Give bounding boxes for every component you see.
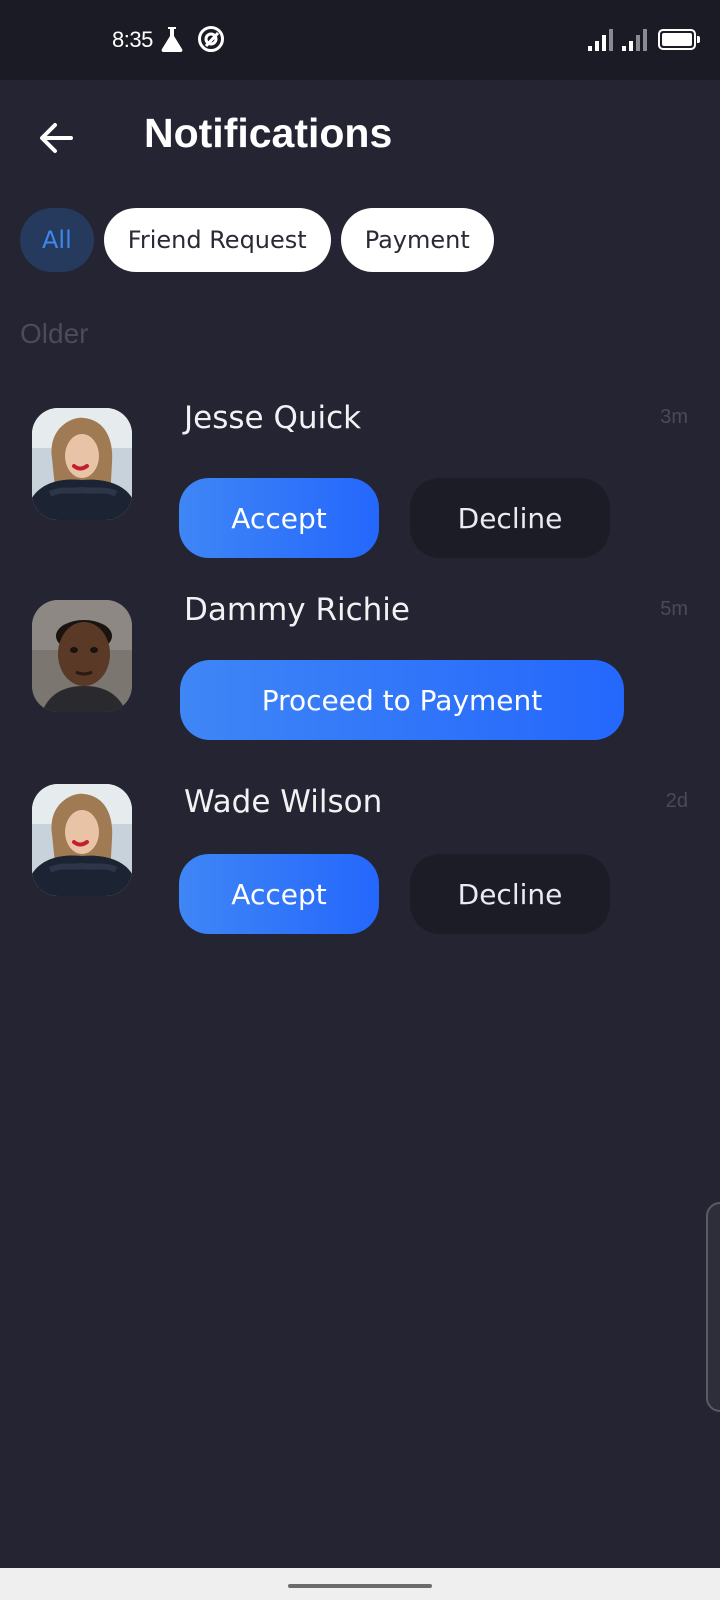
notification-time: 5m bbox=[660, 598, 688, 620]
avatar[interactable] bbox=[32, 408, 132, 520]
navigation-bar bbox=[0, 1568, 720, 1600]
avatar[interactable] bbox=[32, 600, 132, 712]
notification-item: Jesse Quick 3m Accept Decline bbox=[0, 400, 720, 560]
arrow-left-icon bbox=[40, 123, 73, 153]
notification-time: 2d bbox=[665, 790, 688, 812]
notification-item: Wade Wilson 2d Accept Decline bbox=[0, 776, 720, 936]
status-time: 8:35 bbox=[112, 27, 153, 52]
page-title: Notifications bbox=[144, 110, 393, 156]
chip-all[interactable]: All bbox=[20, 208, 94, 272]
signal-icon bbox=[622, 28, 650, 57]
at-sign-icon bbox=[196, 24, 226, 59]
notification-item: Dammy Richie 5m Proceed to Payment bbox=[0, 592, 720, 742]
avatar[interactable] bbox=[32, 784, 132, 896]
proceed-to-payment-button[interactable]: Proceed to Payment bbox=[180, 660, 624, 740]
section-label: Older bbox=[20, 318, 89, 349]
home-indicator[interactable] bbox=[288, 1584, 432, 1588]
notification-name: Wade Wilson bbox=[184, 784, 383, 820]
filter-chips: All Friend Request Payment bbox=[20, 208, 494, 272]
signal-icon bbox=[588, 28, 616, 57]
status-bar: 8:35 bbox=[0, 0, 720, 80]
flask-icon bbox=[158, 24, 186, 59]
chip-friend-request[interactable]: Friend Request bbox=[103, 208, 331, 272]
notification-time: 3m bbox=[660, 406, 688, 428]
decline-button[interactable]: Decline bbox=[410, 478, 610, 558]
edge-panel-handle[interactable] bbox=[706, 1202, 720, 1412]
accept-button[interactable]: Accept bbox=[179, 478, 379, 558]
accept-button[interactable]: Accept bbox=[179, 854, 379, 934]
decline-button[interactable]: Decline bbox=[410, 854, 610, 934]
chip-payment[interactable]: Payment bbox=[340, 208, 494, 272]
notification-name: Dammy Richie bbox=[184, 592, 410, 628]
back-button[interactable] bbox=[30, 112, 82, 164]
battery-icon bbox=[658, 29, 700, 50]
notification-name: Jesse Quick bbox=[184, 400, 362, 436]
